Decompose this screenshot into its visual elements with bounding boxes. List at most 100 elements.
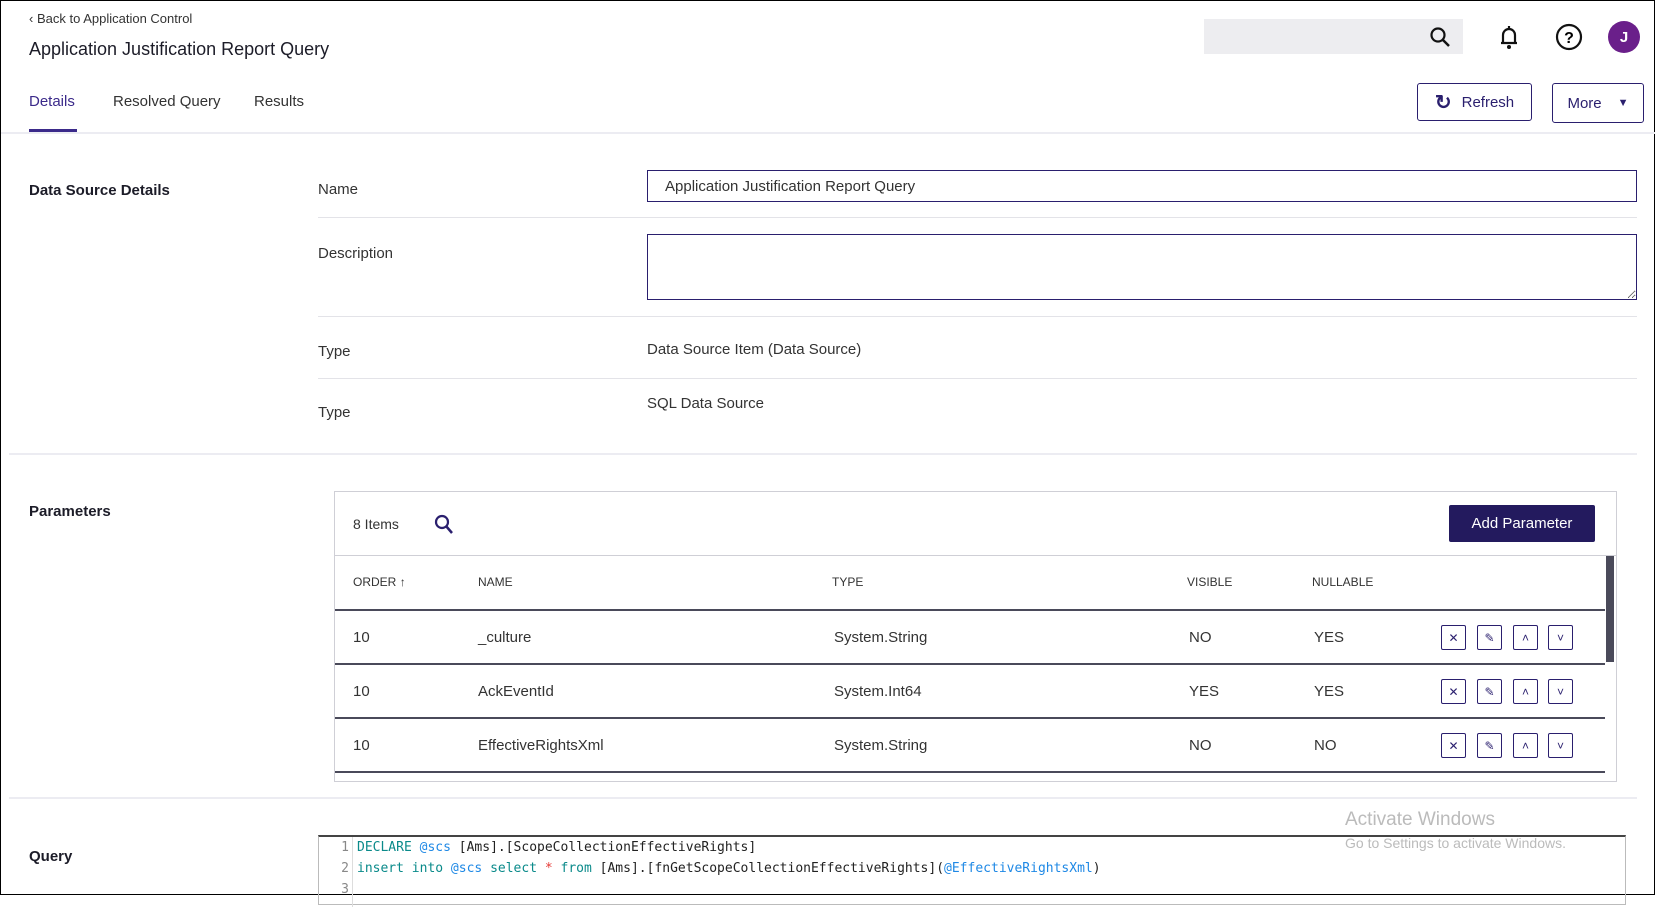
cell-name: AckEventId xyxy=(478,683,554,700)
item-count: 8 Items xyxy=(353,516,399,532)
delete-button[interactable]: ✕ xyxy=(1441,679,1466,704)
move-up-button[interactable]: ˄ xyxy=(1513,679,1538,704)
cell-nullable: NO xyxy=(1314,737,1337,754)
column-header-name[interactable]: NAME xyxy=(478,575,513,589)
move-down-button[interactable]: ˅ xyxy=(1548,733,1573,758)
delete-button[interactable]: ✕ xyxy=(1441,733,1466,758)
name-input[interactable] xyxy=(647,170,1637,202)
divider xyxy=(318,378,1637,379)
cell-name: _culture xyxy=(478,629,532,646)
line-number: 2 xyxy=(341,861,349,876)
search-icon xyxy=(1430,27,1450,47)
chevron-left-icon: ‹ xyxy=(29,11,37,26)
edit-icon: ✎ xyxy=(1484,630,1495,645)
data-source-details-heading: Data Source Details xyxy=(29,182,170,199)
type-label-2: Type xyxy=(318,404,351,421)
code-token: DECLARE xyxy=(357,840,420,855)
move-up-icon: ˄ xyxy=(1521,630,1529,645)
avatar[interactable]: J xyxy=(1608,21,1640,53)
parameters-heading: Parameters xyxy=(29,503,111,520)
refresh-icon: ↻ xyxy=(1434,91,1452,114)
scrollbar[interactable] xyxy=(1606,556,1614,662)
delete-button[interactable]: ✕ xyxy=(1441,625,1466,650)
sort-ascending-icon: ↑ xyxy=(399,575,406,589)
divider xyxy=(335,555,1616,556)
edit-button[interactable]: ✎ xyxy=(1477,679,1502,704)
parameters-table: 8 Items Add Parameter ORDER ↑ NAME TYPE … xyxy=(334,491,1617,782)
move-down-icon: ˅ xyxy=(1556,684,1564,699)
cell-order: 10 xyxy=(353,737,370,754)
delete-icon: ✕ xyxy=(1448,684,1459,699)
search-input[interactable] xyxy=(1204,19,1463,54)
type-label: Type xyxy=(318,343,351,360)
code-token: insert into xyxy=(357,861,451,876)
edit-icon: ✎ xyxy=(1484,684,1495,699)
help-button[interactable]: ? xyxy=(1554,22,1584,52)
cell-visible: NO xyxy=(1189,737,1212,754)
code-token: ) xyxy=(1092,861,1101,876)
description-label: Description xyxy=(318,245,394,262)
column-header-type[interactable]: TYPE xyxy=(832,575,863,589)
code-token: from xyxy=(560,861,600,876)
gutter-divider xyxy=(352,837,353,907)
cell-order: 10 xyxy=(353,629,370,646)
code-token: [Ams].[ScopeCollectionEffectiveRights] xyxy=(458,840,757,855)
more-dropdown[interactable]: More ▼ xyxy=(1552,83,1644,123)
cell-name: EffectiveRightsXml xyxy=(478,737,604,754)
page-title: Application Justification Report Query xyxy=(29,39,330,59)
column-header-order[interactable]: ORDER ↑ xyxy=(353,575,406,589)
header-divider xyxy=(1,132,1655,134)
code-token: @EffectiveRightsXml xyxy=(944,861,1093,876)
edit-button[interactable]: ✎ xyxy=(1477,625,1502,650)
move-up-button[interactable]: ˄ xyxy=(1513,625,1538,650)
code-line: DECLARE @scs [Ams].[ScopeCollectionEffec… xyxy=(357,840,756,855)
activate-windows-subtitle: Go to Settings to activate Windows. xyxy=(1345,835,1566,851)
divider xyxy=(318,217,1637,218)
move-up-icon: ˄ xyxy=(1521,684,1529,699)
cell-type: System.String xyxy=(834,629,928,646)
query-heading: Query xyxy=(29,848,73,865)
caret-down-icon: ▼ xyxy=(1617,97,1629,109)
table-row: 10 EffectiveRightsXml System.String NO NO ✕ ✎ ˄… xyxy=(335,719,1605,773)
type-value-2: SQL Data Source xyxy=(647,395,765,412)
type-value: Data Source Item (Data Source) xyxy=(647,341,862,358)
notifications-button[interactable] xyxy=(1495,22,1523,52)
move-down-icon: ˅ xyxy=(1556,738,1564,753)
tab-results[interactable]: Results xyxy=(254,93,304,110)
svg-text:?: ? xyxy=(1564,30,1574,47)
column-header-visible[interactable]: VISIBLE xyxy=(1187,575,1232,589)
tab-details[interactable]: Details xyxy=(29,93,75,110)
column-header-nullable[interactable]: NULLABLE xyxy=(1312,575,1373,589)
delete-icon: ✕ xyxy=(1448,738,1459,753)
move-up-button[interactable]: ˄ xyxy=(1513,733,1538,758)
move-down-button[interactable]: ˅ xyxy=(1548,625,1573,650)
move-down-button[interactable]: ˅ xyxy=(1548,679,1573,704)
code-token: * xyxy=(544,861,561,876)
divider xyxy=(318,316,1637,317)
cell-visible: YES xyxy=(1189,683,1220,700)
table-row: 10 AckEventId System.Int64 YES YES ✕ ✎ ˄ ˅ xyxy=(335,665,1605,719)
cell-order: 10 xyxy=(353,683,370,700)
line-number: 1 xyxy=(341,840,349,855)
search-icon[interactable] xyxy=(434,514,456,536)
move-down-icon: ˅ xyxy=(1556,630,1564,645)
bell-icon xyxy=(1501,26,1517,49)
code-token: [Ams].[fnGetScopeCollectionEffectiveRigh… xyxy=(599,861,945,876)
help-icon: ? xyxy=(1555,23,1583,51)
back-link[interactable]: ‹ Back to Application Control xyxy=(29,11,192,26)
activate-windows-watermark: Activate Windows xyxy=(1345,809,1495,830)
name-label: Name xyxy=(318,181,359,198)
edit-button[interactable]: ✎ xyxy=(1477,733,1502,758)
delete-icon: ✕ xyxy=(1448,630,1459,645)
code-token: @scs xyxy=(419,840,459,855)
move-up-icon: ˄ xyxy=(1521,738,1529,753)
tab-resolved-query[interactable]: Resolved Query xyxy=(113,93,221,110)
code-line: insert into @scs select * from [Ams].[fn… xyxy=(357,861,1101,876)
description-textarea[interactable] xyxy=(647,234,1637,300)
cell-type: System.Int64 xyxy=(834,683,922,700)
add-parameter-button[interactable]: Add Parameter xyxy=(1449,505,1595,542)
code-token: @scs xyxy=(450,861,491,876)
cell-nullable: YES xyxy=(1314,629,1345,646)
refresh-button[interactable]: ↻ Refresh xyxy=(1417,83,1532,121)
section-divider xyxy=(9,453,1637,455)
